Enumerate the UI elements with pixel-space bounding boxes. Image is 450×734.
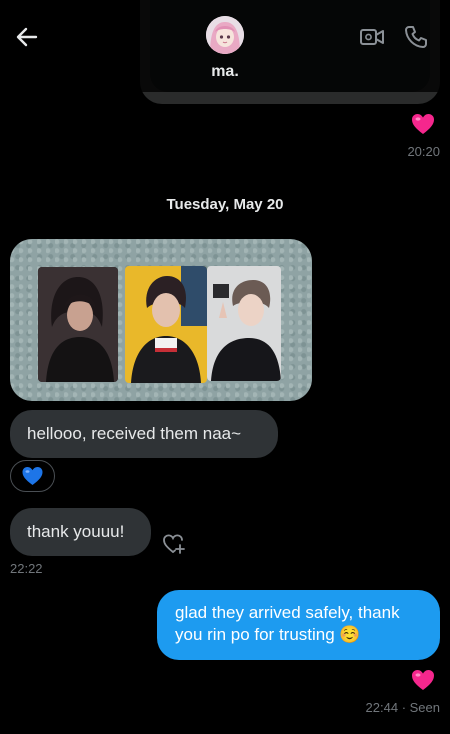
message-reaction[interactable] (10, 460, 55, 492)
incoming-message-bubble[interactable]: hellooo, received them naa~ (10, 410, 278, 458)
pink-heart-reaction[interactable] (411, 669, 435, 691)
date-separator: Tuesday, May 20 (166, 196, 284, 213)
add-reaction-button[interactable] (161, 531, 187, 557)
pink-heart-emoji-icon (412, 114, 434, 134)
pink-heart-reaction[interactable] (411, 113, 435, 135)
message-text: thank youuu! (27, 522, 125, 541)
incoming-message-bubble[interactable]: thank youuu! (10, 508, 151, 556)
message-text-line-1: glad they arrived safely, thank (175, 603, 400, 622)
message-time: 20:20 (407, 144, 440, 159)
video-call-button[interactable] (358, 23, 386, 51)
heart-plus-icon (163, 534, 185, 554)
arrow-left-icon (16, 27, 38, 47)
call-button[interactable] (402, 23, 430, 51)
photocard-1 (38, 267, 118, 382)
message-text-line-2: you rin po for trusting ☺️ (175, 625, 361, 644)
phone-icon (405, 26, 427, 48)
photocard-2 (125, 266, 207, 383)
message-status: 22:44 · Seen (365, 700, 440, 715)
video-call-icon (360, 29, 384, 45)
pink-heart-emoji-icon (412, 670, 434, 690)
photo-message[interactable] (10, 239, 312, 401)
avatar-image (206, 16, 244, 54)
message-time: 22:22 (10, 561, 43, 576)
contact-name[interactable]: ma. (0, 63, 450, 81)
blue-heart-emoji-icon (22, 467, 43, 485)
outgoing-message-bubble[interactable]: glad they arrived safely, thank you rin … (157, 590, 440, 660)
photocard-3 (207, 266, 281, 381)
back-button[interactable] (12, 22, 42, 52)
message-text: hellooo, received them naa~ (27, 424, 242, 443)
avatar[interactable] (206, 16, 244, 54)
